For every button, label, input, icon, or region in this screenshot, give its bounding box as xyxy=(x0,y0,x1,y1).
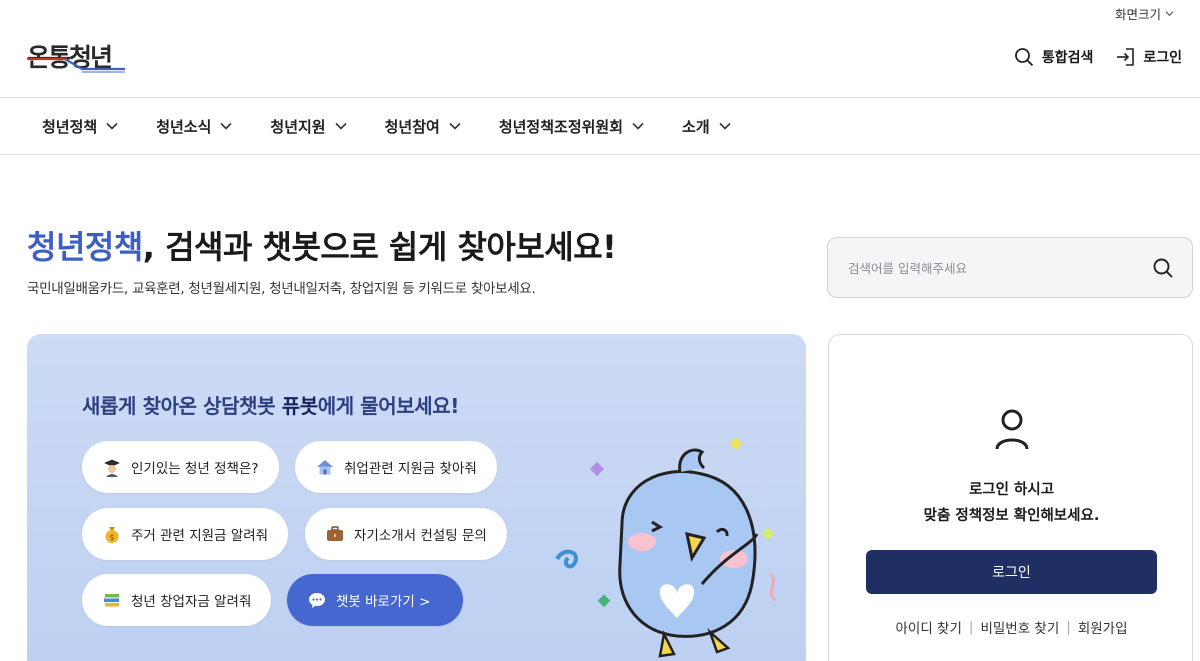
login-button[interactable]: 로그인 xyxy=(866,550,1157,594)
nav-item-label: 청년정책 xyxy=(42,117,98,136)
chevron-down-icon xyxy=(1165,11,1174,17)
login-icon xyxy=(1117,48,1135,66)
chatbot-go-button[interactable]: 챗봇 바로가기 > xyxy=(287,574,463,626)
nav-item-label: 청년참여 xyxy=(384,117,440,136)
login-links: 아이디 찾기 | 비밀번호 찾기 | 회원가입 xyxy=(829,617,1194,637)
header-login-label: 로그인 xyxy=(1143,50,1182,66)
chatbot-mascot-illustration xyxy=(555,437,777,658)
search-input[interactable] xyxy=(848,256,1138,280)
chevron-down-icon xyxy=(335,122,347,130)
find-id-link[interactable]: 아이디 찾기 xyxy=(895,617,961,637)
logo-mark: 온통청년 xyxy=(27,43,125,73)
login-message: 로그인 하시고 맞춤 정책정보 확인해보세요. xyxy=(829,477,1194,529)
integrated-search-button[interactable]: 통합검색 xyxy=(1014,47,1094,67)
chip-label: 인기있는 청년 정책은? xyxy=(131,461,259,477)
login-message-line2: 맞춤 정책정보 확인해보세요. xyxy=(923,508,1100,524)
money-bag-icon: $ xyxy=(102,524,122,544)
hero-title-accent: 청년정책 xyxy=(27,228,143,266)
nav-item-label: 청년지원 xyxy=(270,117,326,136)
chatbot-title: 새롭게 찾아온 상담챗봇 퓨봇에게 물어보세요! xyxy=(82,390,459,419)
nav-item-label: 소개 xyxy=(682,117,710,136)
svg-text:$: $ xyxy=(109,533,114,542)
books-icon xyxy=(102,590,122,610)
nav-item-label: 청년정책조정위원회 xyxy=(498,117,624,136)
nav-item-youth-news[interactable]: 청년소식 xyxy=(156,116,232,137)
chip-label: 취업관련 지원금 찾아줘 xyxy=(344,461,477,477)
chatbot-chip-resume-consulting[interactable]: 자기소개서 컨설팅 문의 xyxy=(305,508,507,560)
house-icon xyxy=(315,457,335,477)
hero-subtitle: 국민내일배움카드, 교육훈련, 청년월세지원, 청년내일저축, 창업지원 등 키… xyxy=(27,281,536,297)
svg-text:온통청년: 온통청년 xyxy=(27,43,111,72)
chatbot-chip-startup-funding[interactable]: 청년 창업자금 알려줘 xyxy=(82,574,272,626)
site-logo[interactable]: 온통청년 xyxy=(27,36,127,80)
nav-item-youth-participation[interactable]: 청년참여 xyxy=(385,116,461,137)
chevron-down-icon xyxy=(220,122,232,130)
chatbot-chip-job-subsidy[interactable]: 취업관련 지원금 찾아줘 xyxy=(295,441,497,493)
chatbot-name: 퓨봇 xyxy=(281,394,318,418)
nav-item-policy-committee[interactable]: 청년정책조정위원회 xyxy=(499,116,644,137)
login-message-line1: 로그인 하시고 xyxy=(968,482,1055,498)
graduate-icon xyxy=(102,457,122,477)
signup-link[interactable]: 회원가입 xyxy=(1078,617,1128,637)
chip-label: 자기소개서 컨설팅 문의 xyxy=(354,528,487,544)
login-panel: 로그인 하시고 맞춤 정책정보 확인해보세요. 로그인 아이디 찾기 | 비밀번… xyxy=(828,334,1193,661)
link-separator: | xyxy=(968,619,974,635)
chevron-down-icon xyxy=(719,122,731,130)
chatbot-title-prefix: 새롭게 찾아온 상담챗봇 xyxy=(82,394,282,418)
hero-title: 청년정책, 검색과 챗봇으로 쉽게 찾아보세요! xyxy=(27,222,617,268)
briefcase-icon xyxy=(325,524,345,544)
main-navigation: 청년정책 청년소식 청년지원 청년참여 청년정책조정위원회 소개 xyxy=(0,97,1200,155)
chevron-down-icon xyxy=(632,122,644,130)
chevron-down-icon xyxy=(106,122,118,130)
chatbot-chip-housing-subsidy[interactable]: $ 주거 관련 지원금 알려줘 xyxy=(82,508,289,560)
chip-label: 청년 창업자금 알려줘 xyxy=(131,594,252,610)
policy-search-box xyxy=(827,237,1193,298)
search-icon[interactable] xyxy=(1152,257,1174,279)
search-icon xyxy=(1014,48,1033,67)
screen-size-control[interactable]: 화면크기 xyxy=(1115,4,1174,23)
screen-size-label: 화면크기 xyxy=(1114,7,1161,22)
find-password-link[interactable]: 비밀번호 찾기 xyxy=(980,617,1059,637)
user-icon xyxy=(995,409,1029,450)
chevron-down-icon xyxy=(449,122,461,130)
chatbot-chip-popular-policy[interactable]: 인기있는 청년 정책은? xyxy=(82,441,279,493)
chat-bubble-icon xyxy=(307,590,327,610)
chatbot-go-label: 챗봇 바로가기 > xyxy=(336,594,431,610)
chatbot-card: 새롭게 찾아온 상담챗봇 퓨봇에게 물어보세요! 인기있는 청년 정책은? 취업… xyxy=(27,334,806,661)
nav-item-label: 청년소식 xyxy=(156,117,212,136)
header-login-button[interactable]: 로그인 xyxy=(1115,47,1182,67)
hero-title-rest: , 검색과 챗봇으로 쉽게 찾아보세요! xyxy=(142,228,617,266)
chip-label: 주거 관련 지원금 알려줘 xyxy=(131,528,269,544)
link-separator: | xyxy=(1066,619,1071,635)
nav-item-youth-policy[interactable]: 청년정책 xyxy=(42,116,118,137)
integrated-search-label: 통합검색 xyxy=(1041,50,1094,66)
chatbot-title-suffix: 에게 물어보세요! xyxy=(317,394,460,418)
nav-item-about[interactable]: 소개 xyxy=(682,116,731,137)
nav-item-youth-support[interactable]: 청년지원 xyxy=(270,116,347,137)
